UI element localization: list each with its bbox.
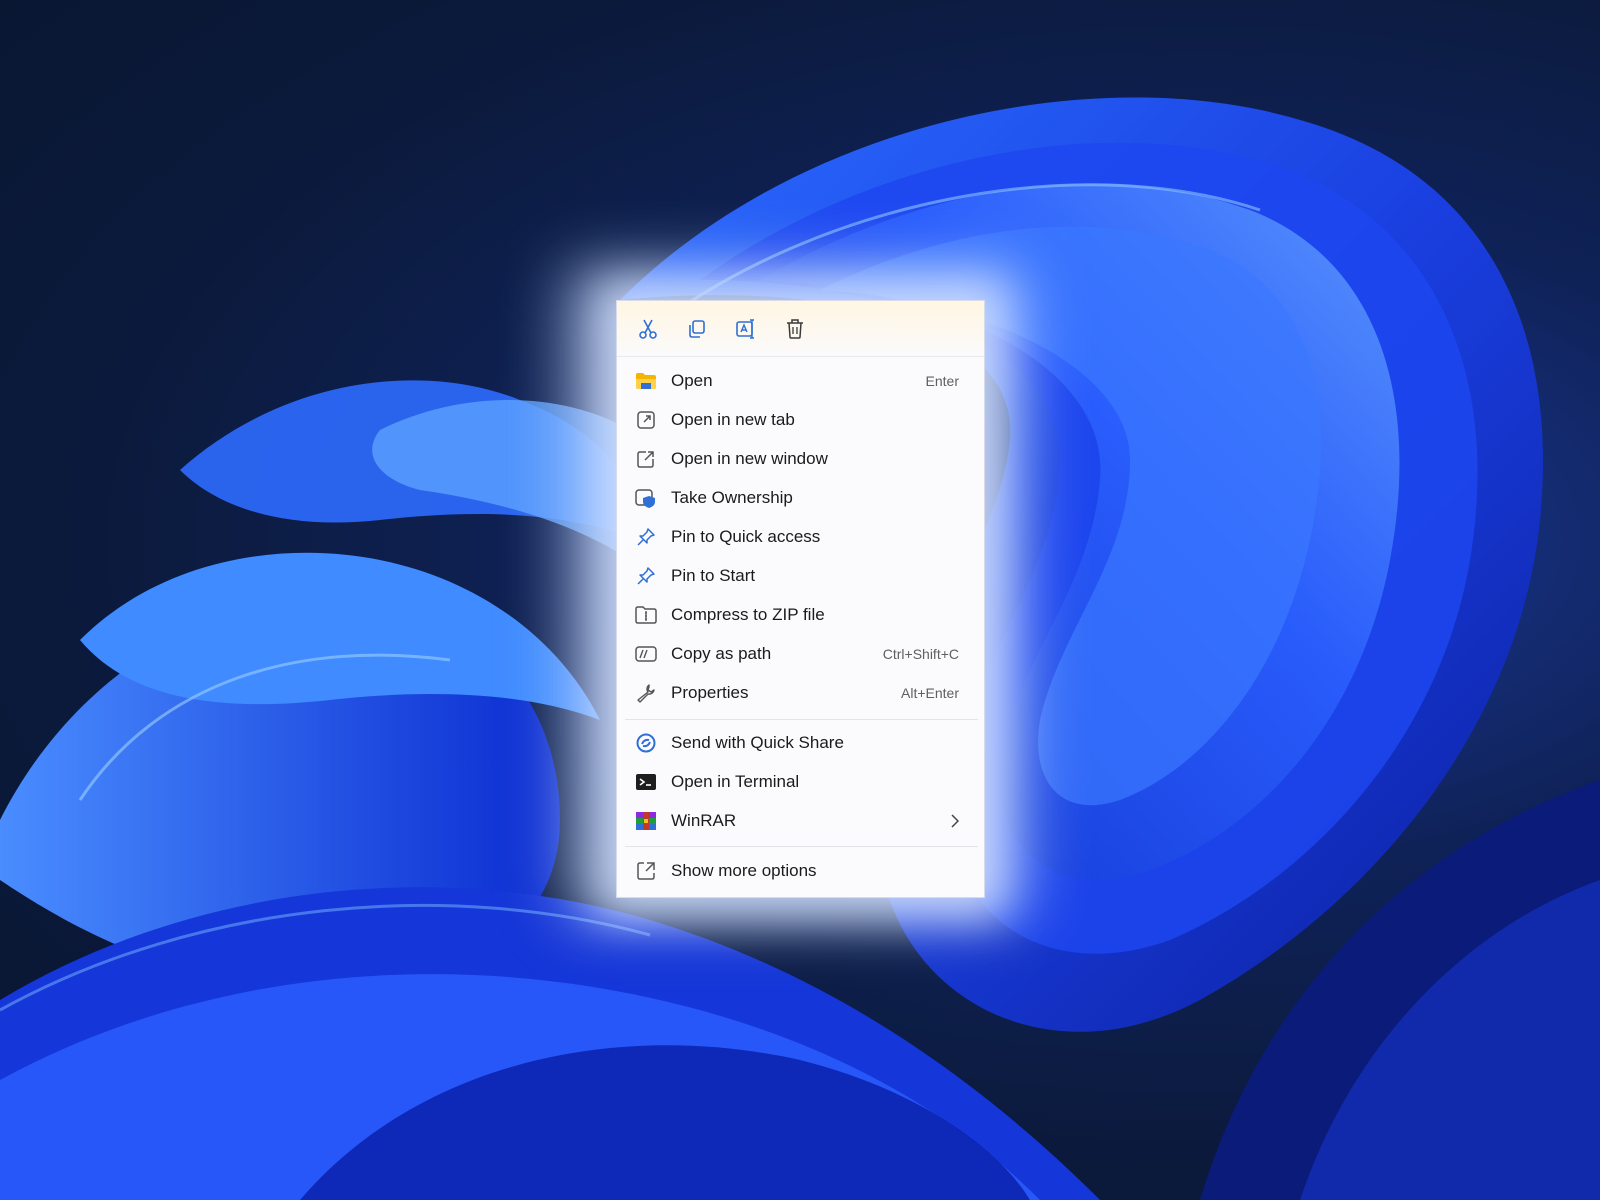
menu-item-show-more-options[interactable]: Show more options bbox=[623, 853, 979, 889]
terminal-icon bbox=[635, 771, 657, 793]
menu-item-quick-share[interactable]: Send with Quick Share bbox=[623, 725, 979, 761]
rename-icon bbox=[736, 318, 754, 339]
menu-item-label: Take Ownership bbox=[671, 488, 793, 507]
menu-item-label: Properties bbox=[671, 683, 749, 702]
menu-item-open[interactable]: Open Enter bbox=[623, 363, 979, 399]
trash-icon bbox=[787, 318, 803, 339]
more-options-icon bbox=[635, 860, 657, 882]
menu-item-copy-as-path[interactable]: Copy as path Ctrl+Shift+C bbox=[623, 636, 979, 672]
menu-item-label: Open bbox=[671, 371, 713, 390]
menu-item-label: Open in Terminal bbox=[671, 772, 800, 791]
menu-item-pin-start[interactable]: Pin to Start bbox=[623, 558, 979, 594]
new-window-icon bbox=[635, 448, 657, 470]
wrench-icon bbox=[635, 682, 657, 704]
new-tab-icon bbox=[635, 409, 657, 431]
folder-icon bbox=[635, 370, 657, 392]
shield-icon bbox=[635, 487, 657, 509]
context-menu: Open Enter Open in new tab Open in new w… bbox=[616, 300, 985, 898]
shortcut-text: Enter bbox=[925, 373, 959, 389]
copy-icon bbox=[689, 319, 705, 338]
menu-item-open-new-window[interactable]: Open in new window bbox=[623, 441, 979, 477]
winrar-icon bbox=[635, 810, 657, 832]
path-icon bbox=[635, 643, 657, 665]
menu-item-pin-quick-access[interactable]: Pin to Quick access bbox=[623, 519, 979, 555]
quick-share-icon bbox=[635, 732, 657, 754]
menu-item-open-new-tab[interactable]: Open in new tab bbox=[623, 402, 979, 438]
menu-item-open-terminal[interactable]: Open in Terminal bbox=[623, 764, 979, 800]
menu-item-label: Pin to Quick access bbox=[671, 527, 821, 546]
menu-item-take-ownership[interactable]: Take Ownership bbox=[623, 480, 979, 516]
menu-item-label: Show more options bbox=[671, 861, 817, 880]
menu-item-properties[interactable]: Properties Alt+Enter bbox=[623, 675, 979, 711]
menu-item-label: Send with Quick Share bbox=[671, 733, 844, 752]
chevron-right-icon bbox=[949, 813, 961, 829]
menu-item-label: Open in new window bbox=[671, 449, 828, 468]
menu-item-label: Copy as path bbox=[671, 644, 772, 663]
rename-button[interactable] bbox=[729, 312, 763, 346]
pin-icon bbox=[635, 526, 657, 548]
menu-item-label: Compress to ZIP file bbox=[671, 605, 825, 624]
copy-button[interactable] bbox=[680, 312, 714, 346]
menu-separator bbox=[625, 846, 978, 847]
menu-item-compress-zip[interactable]: Compress to ZIP file bbox=[623, 597, 979, 633]
menu-item-label: WinRAR bbox=[671, 811, 737, 830]
quick-actions-toolbar bbox=[617, 301, 984, 357]
scissors-icon bbox=[639, 319, 657, 339]
shortcut-text: Alt+Enter bbox=[901, 685, 959, 701]
menu-item-label: Pin to Start bbox=[671, 566, 756, 585]
menu-item-label: Open in new tab bbox=[671, 410, 795, 429]
delete-button[interactable] bbox=[778, 312, 812, 346]
menu-item-winrar[interactable]: WinRAR bbox=[623, 803, 979, 839]
pin-icon bbox=[635, 565, 657, 587]
cut-button[interactable] bbox=[631, 312, 665, 346]
shortcut-text: Ctrl+Shift+C bbox=[882, 646, 959, 662]
desktop: Open Enter Open in new tab Open in new w… bbox=[0, 0, 1600, 1200]
menu-separator bbox=[625, 719, 978, 720]
zip-icon bbox=[635, 604, 657, 626]
